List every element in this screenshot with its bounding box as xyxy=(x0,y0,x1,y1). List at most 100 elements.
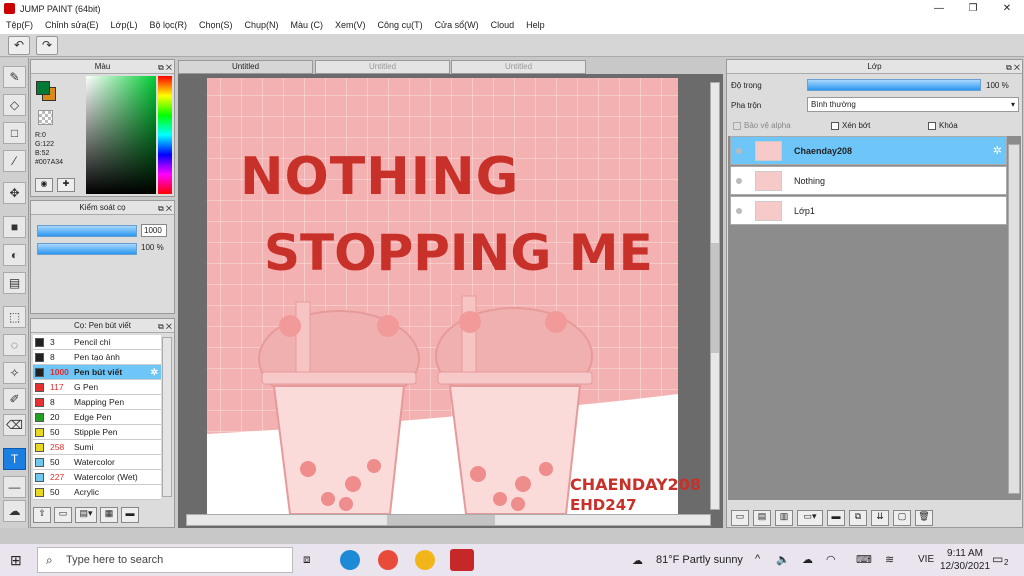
brush-settings-icon[interactable]: ▦ xyxy=(100,507,118,523)
merge-layer-icon[interactable]: ⇊ xyxy=(871,510,889,526)
minimize-button[interactable]: — xyxy=(922,0,956,17)
keyboard-icon[interactable]: ⌨ xyxy=(856,553,872,566)
visibility-icon[interactable] xyxy=(736,207,742,214)
gear-icon[interactable]: ✲ xyxy=(150,367,158,378)
brush-item[interactable]: 50 Acrylic xyxy=(33,485,161,500)
menu-edit[interactable]: Chỉnh sửa(E) xyxy=(39,17,105,34)
foreground-color-swatch[interactable] xyxy=(36,81,50,95)
dropper-tool-icon[interactable]: — xyxy=(3,476,26,498)
hue-slider[interactable] xyxy=(158,76,172,194)
brush-list-scrollbar[interactable] xyxy=(162,337,172,497)
brush-folder-icon[interactable]: ▬ xyxy=(121,507,139,523)
volume-icon[interactable]: 🔈 xyxy=(776,553,790,566)
brush-item[interactable]: 50 Stipple Pen xyxy=(33,425,161,440)
menu-filter[interactable]: Bộ lọc(R) xyxy=(143,17,193,34)
brush-size-input[interactable]: 1000 xyxy=(141,224,167,237)
network-icon[interactable]: ◠ xyxy=(826,553,836,566)
taskbar-search-box[interactable]: ⌕ Type here to search xyxy=(37,547,293,573)
chevron-up-icon[interactable]: ^ xyxy=(755,553,760,565)
windows-start-icon[interactable]: ⊞ xyxy=(10,552,22,569)
clear-layer-icon[interactable]: ▢ xyxy=(893,510,911,526)
menu-select[interactable]: Chọn(S) xyxy=(193,17,239,34)
layer-folder-icon[interactable]: ▬ xyxy=(827,510,845,526)
language-indicator[interactable]: VIE xyxy=(918,554,934,565)
brush-item[interactable]: 8 Mapping Pen xyxy=(33,395,161,410)
delete-layer-icon[interactable]: 🗑 xyxy=(915,510,933,526)
jump-paint-taskbar-icon[interactable] xyxy=(450,549,474,571)
canvas-horizontal-scrollbar[interactable] xyxy=(186,514,711,526)
brush-item[interactable]: 227 Watercolor (Wet) xyxy=(33,470,161,485)
text-tool-icon[interactable]: T xyxy=(3,448,26,470)
wifi-icon[interactable]: ≋ xyxy=(885,553,894,566)
new-layer-icon[interactable]: ▭ xyxy=(731,510,749,526)
task-view-icon[interactable]: ⧈ xyxy=(303,552,311,567)
gear-icon[interactable]: ✲ xyxy=(993,144,1002,157)
chrome-profile-icon[interactable] xyxy=(415,550,435,570)
new-vector-layer-icon[interactable]: ▤ xyxy=(753,510,771,526)
menu-cloud[interactable]: Cloud xyxy=(485,17,521,34)
visibility-icon[interactable] xyxy=(736,147,742,154)
menu-file[interactable]: Tệp(F) xyxy=(0,17,39,34)
menu-color[interactable]: Màu (C) xyxy=(285,17,330,34)
brush-item[interactable]: 1000 Pen bút viết ✲ xyxy=(33,365,161,380)
menu-help[interactable]: Help xyxy=(520,17,551,34)
palette-icon[interactable]: ◉ xyxy=(35,178,53,192)
hand-tool-icon[interactable]: ☁ xyxy=(3,500,26,522)
brush-options-icon[interactable]: ▤▾ xyxy=(75,507,97,523)
select-rect-tool-icon[interactable]: ⬚ xyxy=(3,306,26,328)
brush-item[interactable]: 50 Watercolor xyxy=(33,455,161,470)
close-button[interactable]: ✕ xyxy=(990,0,1024,17)
cloud-icon[interactable]: ☁ xyxy=(802,553,813,566)
clock[interactable]: 9:11 AM 12/30/2021 xyxy=(940,547,990,573)
menu-window[interactable]: Cửa sổ(W) xyxy=(429,17,485,34)
bucket-tool-icon[interactable]: ◐ xyxy=(3,244,26,266)
pen-tool-icon[interactable]: ⁄ xyxy=(3,150,26,172)
notification-icon[interactable]: ▭ xyxy=(992,552,1003,566)
artwork-canvas[interactable]: NOTHING STOPPING ME CHAENDAY208 EHD247 xyxy=(178,74,723,528)
saturation-value-picker[interactable] xyxy=(86,76,156,194)
select-eraser-tool-icon[interactable]: ⌫ xyxy=(3,414,26,436)
layer-row-chaenday208[interactable]: Chaenday208 ✲ xyxy=(730,136,1007,165)
blend-mode-select[interactable]: Bình thường ▾ xyxy=(807,97,1019,112)
weather-text[interactable]: 81°F Partly sunny xyxy=(656,554,743,566)
magic-wand-tool-icon[interactable]: ✧ xyxy=(3,362,26,384)
tab-untitled-1[interactable]: Untitled xyxy=(178,60,313,74)
brush-item[interactable]: 20 Edge Pen xyxy=(33,410,161,425)
lock-checkbox[interactable]: Khóa xyxy=(928,121,958,130)
brush-item[interactable]: 3 Pencil chì xyxy=(33,335,161,350)
duplicate-layer-icon[interactable]: ⧉ xyxy=(849,510,867,526)
rectangle-tool-icon[interactable]: □ xyxy=(3,122,26,144)
brush-size-slider[interactable] xyxy=(37,225,137,237)
maximize-button[interactable]: ❐ xyxy=(956,0,990,17)
tab-untitled-3[interactable]: Untitled xyxy=(451,60,586,74)
gradient-tool-icon[interactable]: ▤ xyxy=(3,272,26,294)
panel-close-icon[interactable]: ⧉ ✕ xyxy=(158,202,172,215)
panel-close-icon[interactable]: ⧉ ✕ xyxy=(158,61,172,74)
menu-layer[interactable]: Lớp(L) xyxy=(105,17,144,34)
layer-row-nothing[interactable]: Nothing xyxy=(730,166,1007,195)
brush-item[interactable]: 117 G Pen xyxy=(33,380,161,395)
brush-tool-icon[interactable]: ✎ xyxy=(3,66,26,88)
brush-item[interactable]: 8 Pen tạo ảnh xyxy=(33,350,161,365)
menu-view[interactable]: Xem(V) xyxy=(329,17,372,34)
edge-browser-icon[interactable] xyxy=(340,550,360,570)
fill-rect-tool-icon[interactable]: ■ xyxy=(3,216,26,238)
transparent-color-swatch[interactable] xyxy=(38,110,53,125)
chrome-icon[interactable] xyxy=(378,550,398,570)
layer-menu-icon[interactable]: ▭▾ xyxy=(797,510,823,526)
clip-checkbox[interactable]: Xén bớt xyxy=(831,121,870,130)
eraser-tool-icon[interactable]: ◇ xyxy=(3,94,26,116)
select-pen-tool-icon[interactable]: ✐ xyxy=(3,388,26,410)
picker-icon[interactable]: ✚ xyxy=(57,178,75,192)
canvas-vertical-scrollbar[interactable] xyxy=(710,82,720,510)
panel-close-icon[interactable]: ⧉ ✕ xyxy=(1006,61,1020,74)
undo-button[interactable]: ↶ xyxy=(8,36,30,55)
brush-item[interactable]: 258 Sumi xyxy=(33,440,161,455)
move-tool-icon[interactable]: ✥ xyxy=(3,182,26,204)
tab-untitled-2[interactable]: Untitled xyxy=(315,60,450,74)
lasso-tool-icon[interactable]: ◌ xyxy=(3,334,26,356)
visibility-icon[interactable] xyxy=(736,177,742,184)
brush-upload-icon[interactable]: ⇧ xyxy=(33,507,51,523)
new-brush-icon[interactable]: ▭ xyxy=(54,507,72,523)
layer-row-lop1[interactable]: Lớp1 xyxy=(730,196,1007,225)
